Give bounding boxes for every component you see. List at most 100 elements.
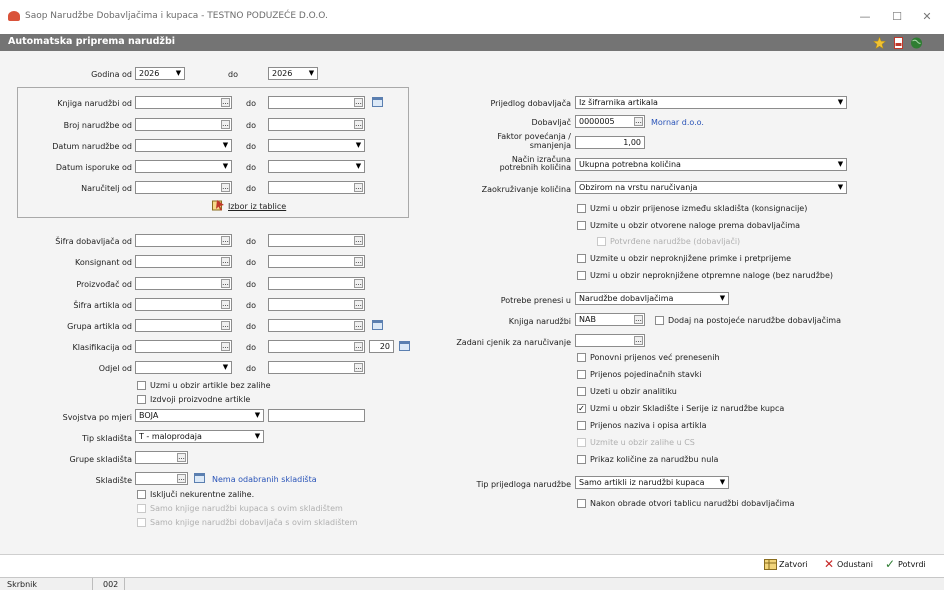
proizvodac-do-field[interactable]: ... [268, 277, 365, 290]
sifra-artikla-od-field[interactable]: ... [135, 298, 232, 311]
prijedlog-dobavljaca-select[interactable]: Iz šifrarnika artikala ▼ [575, 96, 847, 109]
knjiga-od-field[interactable]: ... [135, 96, 232, 109]
datum-isporuke-od-field[interactable]: ▼ [135, 160, 232, 173]
odjel-od-field[interactable]: ▼ [135, 361, 232, 374]
potrebe-select[interactable]: Narudžbe dobavljačima ▼ [575, 292, 729, 305]
zalihe-cs-checkbox[interactable] [577, 438, 586, 447]
konsignant-od-field[interactable]: ... [135, 255, 232, 268]
zatvori-button[interactable]: Zatvori [764, 558, 820, 572]
grupe-skladista-label: Grupe skladišta [69, 455, 132, 464]
proizvodac-od-field[interactable]: ... [135, 277, 232, 290]
zalihe-cs-label: Uzmite u obzir zalihe u CS [590, 438, 695, 447]
svojstva-select[interactable]: BOJA ▼ [135, 409, 264, 422]
faktor-field[interactable]: 1,00 [575, 136, 645, 149]
sifra-dobavljaca-do-field[interactable]: ... [268, 234, 365, 247]
cjenik-field[interactable]: ... [575, 334, 645, 347]
table-icon[interactable] [194, 473, 205, 483]
tip-skladista-select[interactable]: T - maloprodaja ▼ [135, 430, 264, 443]
minimize-button[interactable]: — [852, 8, 878, 26]
ellipsis-icon: ... [354, 363, 363, 372]
knjiga-narudzbi-label: Knjiga narudžbi od [57, 99, 132, 108]
faktor-label-2: smanjenja [529, 141, 571, 150]
pojedinacne-stavke-checkbox[interactable] [577, 370, 586, 379]
pojedinacne-stavke-label: Prijenos pojedinačnih stavki [590, 370, 702, 379]
konsignant-do-field[interactable]: ... [268, 255, 365, 268]
datum-isporuke-label: Datum isporuke od [55, 163, 132, 172]
naziv-opis-checkbox[interactable] [577, 421, 586, 430]
odjel-do-field[interactable]: ... [268, 361, 365, 374]
ponovni-prijenos-label: Ponovni prijenos već prenesenih [590, 353, 720, 362]
table-icon[interactable] [399, 341, 410, 351]
world-icon[interactable] [910, 37, 923, 49]
kolicina-nula-checkbox[interactable] [577, 455, 586, 464]
godina-od-select[interactable]: 2026 ▼ [135, 67, 185, 80]
godina-do-select[interactable]: 2026 ▼ [268, 67, 318, 80]
iskljuci-checkbox[interactable] [137, 490, 146, 499]
nema-skladista-link[interactable]: Nema odabranih skladišta [212, 475, 317, 484]
izdvoji-checkbox[interactable] [137, 395, 146, 404]
otvoreni-nalozi-checkbox[interactable] [577, 221, 586, 230]
grupa-artikla-od-field[interactable]: ... [135, 319, 232, 332]
klasifikacija-od-field[interactable]: ... [135, 340, 232, 353]
table-select-icon[interactable] [212, 199, 225, 211]
narucitelj-do-field[interactable]: ... [268, 181, 365, 194]
knjiga-narudzbi-field[interactable]: NAB... [575, 313, 645, 326]
naziv-opis-label: Prijenos naziva i opisa artikla [590, 421, 707, 430]
potvrdi-button[interactable]: ✓ Potvrdi [885, 557, 937, 572]
close-button[interactable]: ✕ [914, 8, 940, 26]
chevron-down-icon: ▼ [175, 69, 182, 77]
table-close-icon [764, 559, 777, 570]
samo-kupaca-checkbox[interactable] [137, 504, 146, 513]
ellipsis-icon: ... [221, 342, 230, 351]
klasifikacija-label: Klasifikacija od [72, 343, 132, 352]
knjiga-do-field[interactable]: ... [268, 96, 365, 109]
sifra-dobavljaca-od-field[interactable]: ... [135, 234, 232, 247]
prijenosi-checkbox[interactable] [577, 204, 586, 213]
neproknjizene-primke-checkbox[interactable] [577, 254, 586, 263]
otvori-tablicu-checkbox[interactable] [577, 499, 586, 508]
broj-od-field[interactable]: ... [135, 118, 232, 131]
datum-narudzbe-do-field[interactable]: ▼ [268, 139, 365, 152]
grupa-artikla-do-field[interactable]: ... [268, 319, 365, 332]
narucitelj-od-field[interactable]: ... [135, 181, 232, 194]
x-icon: ✕ [824, 557, 835, 571]
window-title: Saop Narudžbe Dobavljačima i kupaca - TE… [25, 11, 328, 21]
status-divider [124, 578, 125, 590]
ponovni-prijenos-checkbox[interactable] [577, 353, 586, 362]
datum-narudzbe-od-field[interactable]: ▼ [135, 139, 232, 152]
chevron-down-icon: ▼ [222, 162, 229, 170]
skladiste-serije-checkbox[interactable]: ✓ [577, 404, 586, 413]
skladiste-field[interactable]: ... [135, 472, 188, 485]
dobavljac-name-link[interactable]: Mornar d.o.o. [651, 118, 704, 127]
dodaj-checkbox[interactable] [655, 316, 664, 325]
zaokruzivanje-select[interactable]: Obzirom na vrstu naručivanja ▼ [575, 181, 847, 194]
analitika-checkbox[interactable] [577, 387, 586, 396]
tip-prijedloga-select[interactable]: Samo artikli iz narudžbi kupaca ▼ [575, 476, 729, 489]
samo-dobavljaca-checkbox[interactable] [137, 518, 146, 527]
skladiste-label: Skladište [95, 476, 132, 485]
potvrdene-narudzbe-checkbox[interactable] [597, 237, 606, 246]
knjiga-narudzbi-label: Knjiga narudžbi [508, 317, 571, 326]
sifra-artikla-do-field[interactable]: ... [268, 298, 365, 311]
klasifikacija-do-field[interactable]: ... [268, 340, 365, 353]
analitika-label: Uzeti u obzir analitiku [590, 387, 677, 396]
klasifikacija-level-field[interactable]: 20 [369, 340, 394, 353]
table-icon[interactable] [372, 320, 383, 330]
calendar-icon[interactable] [372, 97, 383, 107]
nacin-izracuna-select[interactable]: Ukupna potrebna količina ▼ [575, 158, 847, 171]
otpremni-nalozi-checkbox[interactable] [577, 271, 586, 280]
check-icon: ✓ [885, 557, 896, 571]
maximize-button[interactable]: ☐ [884, 8, 910, 26]
dobavljac-field[interactable]: 0000005... [575, 115, 645, 128]
sifra-dobavljaca-label: Šifra dobavljača od [55, 237, 132, 246]
datum-isporuke-do-field[interactable]: ▼ [268, 160, 365, 173]
svojstva-value-field[interactable] [268, 409, 365, 422]
odustani-button[interactable]: ✕ Odustani [824, 557, 880, 572]
grupe-skladista-field[interactable]: ... [135, 451, 188, 464]
pdf-icon[interactable] [892, 37, 905, 49]
izbor-iz-tablice-button[interactable]: Izbor iz tablice [228, 202, 286, 211]
star-icon[interactable] [873, 37, 886, 49]
bez-zalihe-checkbox[interactable] [137, 381, 146, 390]
broj-do-field[interactable]: ... [268, 118, 365, 131]
svojstva-label: Svojstva po mjeri [62, 413, 132, 422]
